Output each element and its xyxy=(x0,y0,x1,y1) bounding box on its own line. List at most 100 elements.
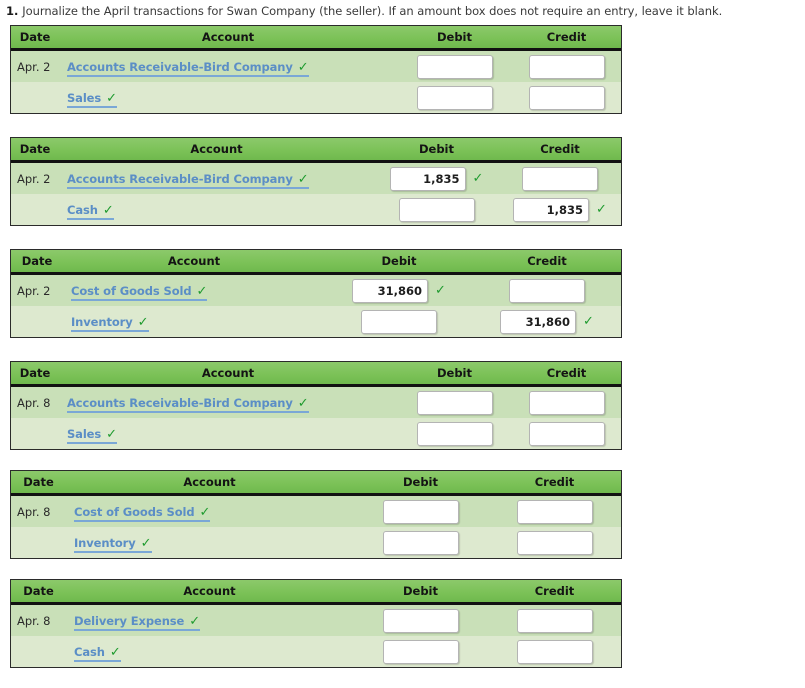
amount-cell-content xyxy=(382,499,459,524)
check-icon: ✓ xyxy=(106,427,118,442)
account-select-link[interactable]: Accounts Receivable-Bird Company ✓ xyxy=(67,172,309,189)
credit-amount-input[interactable] xyxy=(516,608,593,633)
amount-cell-content xyxy=(382,608,459,633)
account-select-link[interactable]: Accounts Receivable-Bird Company ✓ xyxy=(67,396,309,413)
check-icon: ✓ xyxy=(102,203,114,218)
cell-credit xyxy=(488,608,621,633)
account-select-link[interactable]: Cost of Goods Sold ✓ xyxy=(74,505,211,522)
question-text: Journalize the April transactions for Sw… xyxy=(22,4,723,18)
cell-debit: 31,860 ✓ xyxy=(325,278,473,303)
cell-debit xyxy=(353,530,488,555)
column-header-debit: Debit xyxy=(402,584,439,598)
check-icon: ✓ xyxy=(583,313,594,329)
cell-debit xyxy=(397,54,512,79)
credit-amount-input[interactable] xyxy=(509,278,585,303)
journal-spacer xyxy=(0,226,805,249)
debit-amount-input[interactable]: 31,860 xyxy=(352,278,429,303)
journal-header-row: Date Account Debit Credit xyxy=(11,25,621,51)
check-icon: ✓ xyxy=(472,170,484,186)
column-header-credit: Credit xyxy=(534,584,575,598)
account-select-link[interactable]: Inventory ✓ xyxy=(74,536,152,553)
journal-row: Inventory ✓ 31,860 ✓ xyxy=(11,306,621,337)
cell-debit xyxy=(397,85,512,110)
journal-header-row: Date Account Debit Credit xyxy=(11,137,621,163)
debit-amount-input[interactable] xyxy=(361,309,437,334)
cell-credit xyxy=(512,54,621,79)
journal-table: Date Account Debit Credit Apr. 8 Accounts Rec… xyxy=(10,361,622,450)
account-name: Sales xyxy=(67,427,102,441)
account-name: Cash xyxy=(74,645,105,659)
amount-cell-content xyxy=(416,390,493,415)
credit-amount-input[interactable] xyxy=(528,54,605,79)
credit-amount-input[interactable]: 31,860 xyxy=(500,309,577,334)
cell-credit: 31,860 ✓ xyxy=(473,309,621,334)
column-header-credit: Credit xyxy=(540,142,580,156)
debit-amount-input[interactable] xyxy=(382,530,459,555)
journal-row: Inventory ✓ xyxy=(11,527,621,558)
cell-account: Accounts Receivable-Bird Company ✓ xyxy=(59,168,374,189)
journal-table: Date Account Debit Credit Apr. 2 Accounts Rec… xyxy=(10,25,622,114)
journal-header-row: Date Account Debit Credit xyxy=(11,579,621,605)
account-name: Sales xyxy=(67,91,102,105)
cell-credit xyxy=(512,390,621,415)
account-select-link[interactable]: Cash ✓ xyxy=(67,203,114,220)
amount-cell-content xyxy=(516,499,593,524)
journal-row: Cash ✓ xyxy=(11,636,621,667)
check-icon: ✓ xyxy=(196,284,208,299)
credit-amount-input[interactable]: 1,835 xyxy=(513,197,590,222)
journal-row: Apr. 8 Accounts Receivable-Bird Company ✓ xyxy=(11,387,621,418)
credit-amount-input[interactable] xyxy=(516,530,593,555)
account-select-link[interactable]: Cost of Goods Sold ✓ xyxy=(71,284,208,301)
account-select-link[interactable]: Delivery Expense ✓ xyxy=(74,614,201,631)
account-select-link[interactable]: Accounts Receivable-Bird Company ✓ xyxy=(67,60,309,77)
cell-credit xyxy=(499,166,621,191)
debit-amount-input[interactable] xyxy=(382,499,459,524)
credit-amount-input[interactable] xyxy=(528,421,605,446)
account-select-link[interactable]: Inventory ✓ xyxy=(71,315,149,332)
credit-amount-input[interactable] xyxy=(528,85,605,110)
check-icon: ✓ xyxy=(596,201,607,217)
column-header-debit: Debit xyxy=(402,475,439,489)
journal-row: Apr. 8 Delivery Expense ✓ xyxy=(11,605,621,636)
column-header-date: Date xyxy=(19,366,51,380)
amount-cell-content xyxy=(516,608,593,633)
column-header-account: Account xyxy=(183,475,236,489)
account-select-link[interactable]: Sales ✓ xyxy=(67,91,118,108)
cell-credit xyxy=(488,499,621,524)
credit-amount-input[interactable] xyxy=(516,499,593,524)
cell-account: Cash ✓ xyxy=(59,199,374,220)
credit-amount-input[interactable] xyxy=(528,390,605,415)
account-select-link[interactable]: Sales ✓ xyxy=(67,427,118,444)
column-header-account: Account xyxy=(201,366,255,380)
column-header-date: Date xyxy=(21,254,53,268)
credit-amount-input[interactable] xyxy=(516,639,593,664)
check-icon: ✓ xyxy=(137,315,149,330)
cell-debit: 1,835 ✓ xyxy=(374,166,499,191)
debit-amount-input[interactable] xyxy=(416,390,493,415)
column-header-credit: Credit xyxy=(527,254,567,268)
debit-amount-input[interactable] xyxy=(398,197,475,222)
debit-amount-input[interactable] xyxy=(416,421,493,446)
debit-amount-input[interactable] xyxy=(416,54,493,79)
cell-debit xyxy=(353,639,488,664)
cell-date: Apr. 2 xyxy=(17,283,51,298)
account-name: Accounts Receivable-Bird Company xyxy=(67,396,293,410)
journal-table: Date Account Debit Credit Apr. 2 Cost of Good… xyxy=(10,249,622,338)
debit-amount-input[interactable] xyxy=(382,639,459,664)
cell-account: Inventory ✓ xyxy=(66,532,353,553)
journal-entry-list: Date Account Debit Credit Apr. 2 Accounts Rec… xyxy=(0,25,805,688)
debit-amount-input[interactable] xyxy=(416,85,493,110)
debit-amount-input[interactable] xyxy=(382,608,459,633)
account-name: Accounts Receivable-Bird Company xyxy=(67,60,293,74)
debit-amount-input[interactable]: 1,835 xyxy=(389,166,466,191)
check-icon: ✓ xyxy=(189,614,201,629)
check-icon: ✓ xyxy=(297,60,309,75)
credit-amount-input[interactable] xyxy=(522,166,598,191)
journal-header-row: Date Account Debit Credit xyxy=(11,361,621,387)
cell-credit xyxy=(488,530,621,555)
account-select-link[interactable]: Cash ✓ xyxy=(74,645,121,662)
check-icon: ✓ xyxy=(435,282,446,298)
journal-header-row: Date Account Debit Credit xyxy=(11,249,621,275)
column-header-debit: Debit xyxy=(418,142,455,156)
check-icon: ✓ xyxy=(109,645,121,660)
